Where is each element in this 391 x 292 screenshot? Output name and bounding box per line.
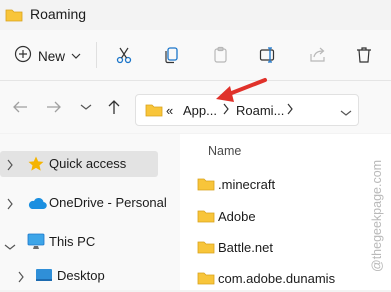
nav-item-label: Quick access [49,156,127,171]
window-title: Roaming [30,6,87,22]
paste-icon[interactable] [209,44,233,66]
list-item[interactable]: Battle.net [180,235,391,261]
file-name: Battle.net [218,240,273,255]
chevron-down-icon [71,47,81,65]
desktop-icon [35,268,53,288]
up-arrow-icon[interactable] [104,97,124,117]
folder-icon [5,8,23,27]
address-row: « App... Roami... [0,81,391,133]
chevron-down-icon[interactable] [4,238,16,256]
nav-item-label: Desktop [57,268,105,283]
nav-item-label: OneDrive - Personal [49,195,167,210]
folder-icon [197,209,215,228]
folder-icon [197,271,215,290]
nav-item-quick-access[interactable]: Quick access [0,151,158,177]
star-icon [27,155,45,178]
rename-icon[interactable] [257,44,281,66]
annotation-arrow-icon [216,78,267,102]
nav-item-onedrive[interactable]: OneDrive - Personal [0,190,167,216]
chevron-right-icon[interactable] [6,158,14,176]
nav-item-desktop[interactable]: Desktop [0,263,158,289]
folder-icon [197,240,215,259]
folder-icon [197,177,215,196]
cut-icon[interactable] [112,44,136,66]
navigation-pane: Quick access OneDrive - Personal This PC… [0,134,180,290]
list-item[interactable]: .minecraft [180,172,391,198]
nav-item-label: This PC [49,234,96,249]
chevron-right-icon[interactable] [17,270,25,288]
address-history-chevron-icon[interactable] [340,105,352,120]
recent-locations-chevron-icon[interactable] [76,97,96,117]
watermark-text: @thegeekpage.com [370,159,384,272]
delete-icon[interactable] [352,44,376,66]
forward-arrow-icon[interactable] [44,97,64,117]
folder-icon [145,103,163,122]
list-item[interactable]: Adobe [180,204,391,230]
back-arrow-icon[interactable] [10,97,30,117]
copy-icon[interactable] [160,44,184,66]
file-name: .minecraft [218,177,276,192]
file-name: Adobe [218,209,256,224]
title-bar: Roaming [0,0,391,30]
breadcrumb-overflow[interactable]: « [166,103,173,118]
nav-item-this-pc[interactable]: This PC [0,229,158,255]
watermark: @thegeekpage.com [362,100,386,290]
cloud-icon [27,196,47,215]
plus-circle-icon [14,45,32,68]
chevron-right-icon[interactable] [6,197,14,215]
monitor-icon [27,233,45,255]
new-button-label: New [38,48,66,64]
list-item[interactable]: com.adobe.dunamis [180,266,391,292]
command-bar: New [0,30,391,81]
new-button[interactable]: New [14,45,81,67]
share-icon[interactable] [306,44,330,66]
column-header-name[interactable]: Name [208,144,241,158]
separator [96,42,97,68]
file-name: com.adobe.dunamis [218,271,336,286]
file-list: Name .minecraft Adobe Battle.net com.ado… [180,134,391,290]
breadcrumb-separator-icon[interactable] [286,103,294,118]
